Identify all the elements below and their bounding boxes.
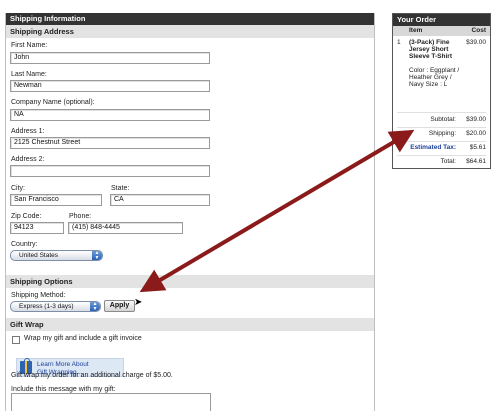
shipping-method-select[interactable]: Express (1-3 days) ▲ ▼ [10,301,101,312]
panel-title: Shipping Information [6,13,374,25]
col-cost-header: Cost [471,27,486,34]
gift-wrap-charge-text: Gift wrap my order for an additional cha… [11,372,173,379]
address2-input[interactable] [10,165,210,177]
select-arrows-icon: ▲ ▼ [92,251,102,260]
shipping-method-label: Shipping Method: [11,292,66,299]
country-select-value: United States [19,252,59,259]
shipping-form-panel: Shipping Information Shipping Address Fi… [5,13,375,411]
tax-row: Estimated Tax: $5.61 [396,143,486,153]
company-label: Company Name (optional): [11,99,95,106]
gift-wrap-checkbox-label: Wrap my gift and include a gift invoice [24,335,142,342]
order-item-row: 1 (3-Pack) Fine Jersey Short Sleeve T-Sh… [393,36,490,106]
last-name-label: Last Name: [11,71,47,78]
item-options: Color : Eggplant / Heather Grey / Navy S… [409,67,460,88]
section-gift-wrap: Gift Wrap [6,318,374,331]
select-arrows-icon: ▲ ▼ [90,302,100,311]
gift-message-label: Include this message with my gift: [11,386,116,393]
state-label: State: [111,185,130,192]
order-title: Your Order [393,14,490,26]
divider [397,112,486,113]
zip-label: Zip Code: [11,213,42,220]
mouse-pointer-icon: ➤ [134,297,143,308]
tax-value: $5.61 [469,144,486,151]
first-name-label: First Name: [11,42,48,49]
gift-wrap-checkbox[interactable] [12,336,20,344]
company-input[interactable]: NA [10,109,210,121]
item-name: (3-Pack) Fine Jersey Short Sleeve T-Shir… [409,39,452,60]
section-shipping-options: Shipping Options [6,275,374,288]
first-name-input[interactable]: John [10,52,210,64]
shipping-method-value: Express (1-3 days) [19,303,74,310]
city-input[interactable]: San Francisco [10,194,102,206]
last-name-input[interactable]: Newman [10,80,210,92]
address2-label: Address 2: [11,156,45,163]
divider [397,127,486,128]
item-cost: $39.00 [466,39,486,46]
tax-label: Estimated Tax: [410,144,456,151]
apply-button[interactable]: Apply [104,300,135,312]
total-row: Total: $64.61 [396,157,486,167]
learn-more-line1: Learn More About [37,361,89,368]
total-label: Total: [440,158,456,165]
item-qty: 1 [397,39,401,46]
shipping-label: Shipping: [428,130,456,137]
col-item-header: Item [409,27,423,34]
shipping-value: $20.00 [466,130,486,137]
shipping-row: Shipping: $20.00 [396,129,486,139]
city-label: City: [11,185,25,192]
order-table-header: Item Cost [393,26,490,36]
zip-input[interactable]: 94123 [10,222,64,234]
country-label: Country: [11,241,38,248]
subtotal-label: Subtotal: [430,116,456,123]
section-shipping-address: Shipping Address [6,25,374,38]
subtotal-value: $39.00 [466,116,486,123]
gift-message-textarea[interactable] [11,393,211,411]
divider [397,141,486,142]
subtotal-row: Subtotal: $39.00 [396,115,486,125]
phone-input[interactable]: (415) 848-4445 [68,222,183,234]
phone-label: Phone: [69,213,92,220]
address1-label: Address 1: [11,128,45,135]
divider [397,155,486,156]
state-input[interactable]: CA [110,194,210,206]
order-summary-panel: Your Order Item Cost 1 (3-Pack) Fine Jer… [392,13,491,169]
address1-input[interactable]: 2125 Chestnut Street [10,137,210,149]
total-value: $64.61 [466,158,486,165]
country-select[interactable]: United States ▲ ▼ [10,250,103,261]
